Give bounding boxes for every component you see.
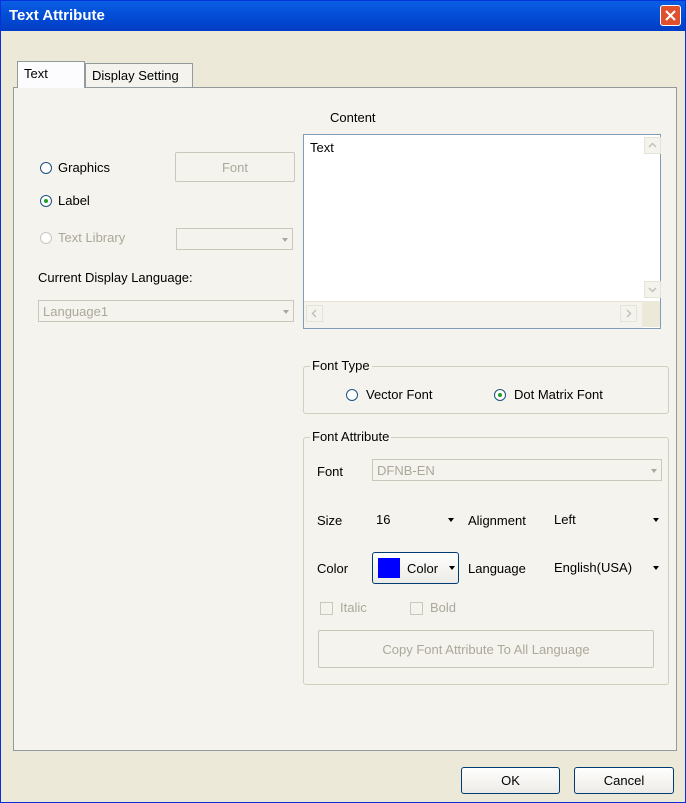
content-label: Content xyxy=(330,110,376,125)
tab-display-setting[interactable]: Display Setting xyxy=(85,63,193,87)
color-swatch xyxy=(378,558,400,578)
dot-matrix-font-label: Dot Matrix Font xyxy=(514,387,603,402)
ok-button[interactable]: OK xyxy=(461,767,560,794)
label-radio[interactable] xyxy=(40,195,52,207)
color-button-label: Color xyxy=(407,561,439,576)
current-language-label: Current Display Language: xyxy=(38,270,193,285)
font-type-group: Font Type Vector Font Dot Matrix Font xyxy=(303,358,669,414)
size-label: Size xyxy=(317,513,343,528)
text-library-label: Text Library xyxy=(58,230,126,245)
bold-checkbox[interactable] xyxy=(410,602,423,615)
font-button-label: Font xyxy=(221,160,248,175)
arrow-down-icon xyxy=(648,287,657,293)
arrow-left-icon xyxy=(311,309,317,318)
font-attribute-legend: Font Attribute xyxy=(310,429,392,444)
color-label: Color xyxy=(317,561,349,576)
close-icon xyxy=(665,10,676,21)
tab-display-setting-label: Display Setting xyxy=(92,68,179,83)
chevron-down-icon xyxy=(653,566,659,570)
bold-label: Bold xyxy=(430,600,457,615)
horizontal-scrollbar[interactable] xyxy=(304,301,642,328)
cancel-button[interactable]: Cancel xyxy=(574,767,674,794)
dot-matrix-font-radio[interactable] xyxy=(494,389,506,401)
text-library-select[interactable] xyxy=(176,228,293,250)
text-attribute-dialog: Text Attribute Text Display Setting Cont… xyxy=(0,0,686,803)
cancel-button-label: Cancel xyxy=(603,773,645,788)
font-select[interactable]: DFNB-EN xyxy=(372,459,662,481)
tab-text[interactable]: Text xyxy=(17,61,85,88)
scroll-right-button[interactable] xyxy=(620,305,637,322)
ok-button-label: OK xyxy=(501,773,520,788)
content-text: Text xyxy=(310,140,334,155)
chevron-down-icon xyxy=(448,518,454,522)
scroll-left-button[interactable] xyxy=(306,305,323,322)
window-title: Text Attribute xyxy=(9,7,105,24)
copy-font-attribute-label: Copy Font Attribute To All Language xyxy=(382,642,590,657)
alignment-value: Left xyxy=(554,512,576,527)
tab-text-label: Text xyxy=(24,66,48,81)
graphics-label: Graphics xyxy=(58,160,111,175)
font-value: DFNB-EN xyxy=(377,463,435,478)
color-button[interactable]: Color xyxy=(372,552,459,584)
text-library-radio[interactable] xyxy=(40,232,52,244)
arrow-up-icon xyxy=(648,142,657,148)
scroll-up-button[interactable] xyxy=(644,137,661,154)
language-value: English(USA) xyxy=(554,560,633,575)
font-attribute-group: Font Attribute Font DFNB-EN Size 16 Alig… xyxy=(303,429,669,685)
scroll-corner xyxy=(642,301,660,327)
content-textarea[interactable]: Text xyxy=(303,134,661,329)
size-value: 16 xyxy=(376,512,391,527)
font-button[interactable]: Font xyxy=(175,152,295,182)
italic-label: Italic xyxy=(340,600,367,615)
arrow-right-icon xyxy=(626,309,632,318)
current-language-select[interactable]: Language1 xyxy=(38,300,294,322)
alignment-select[interactable]: Left xyxy=(550,509,663,531)
vector-font-label: Vector Font xyxy=(366,387,433,402)
scroll-down-button[interactable] xyxy=(644,281,661,298)
chevron-down-icon xyxy=(282,238,288,242)
text-tab-panel: Content Graphics Font Label Text Library… xyxy=(13,87,677,751)
font-label: Font xyxy=(317,464,344,479)
size-select[interactable]: 16 xyxy=(372,509,458,531)
copy-font-attribute-button[interactable]: Copy Font Attribute To All Language xyxy=(318,630,654,668)
chevron-down-icon xyxy=(653,518,659,522)
italic-checkbox[interactable] xyxy=(320,602,333,615)
vector-font-radio[interactable] xyxy=(346,389,358,401)
chevron-down-icon xyxy=(283,310,289,314)
dialog-client-area: Text Display Setting Content Graphics Fo… xyxy=(7,31,679,798)
title-bar[interactable]: Text Attribute xyxy=(1,1,685,31)
font-type-legend: Font Type xyxy=(310,358,372,373)
language-label: Language xyxy=(468,561,526,576)
graphics-radio[interactable] xyxy=(40,162,52,174)
alignment-label: Alignment xyxy=(468,513,526,528)
language-select[interactable]: English(USA) xyxy=(550,557,663,579)
chevron-down-icon xyxy=(651,469,657,473)
label-option-label: Label xyxy=(58,193,90,208)
current-language-value: Language1 xyxy=(43,304,109,319)
chevron-down-icon xyxy=(449,566,455,570)
close-button[interactable] xyxy=(660,5,681,26)
